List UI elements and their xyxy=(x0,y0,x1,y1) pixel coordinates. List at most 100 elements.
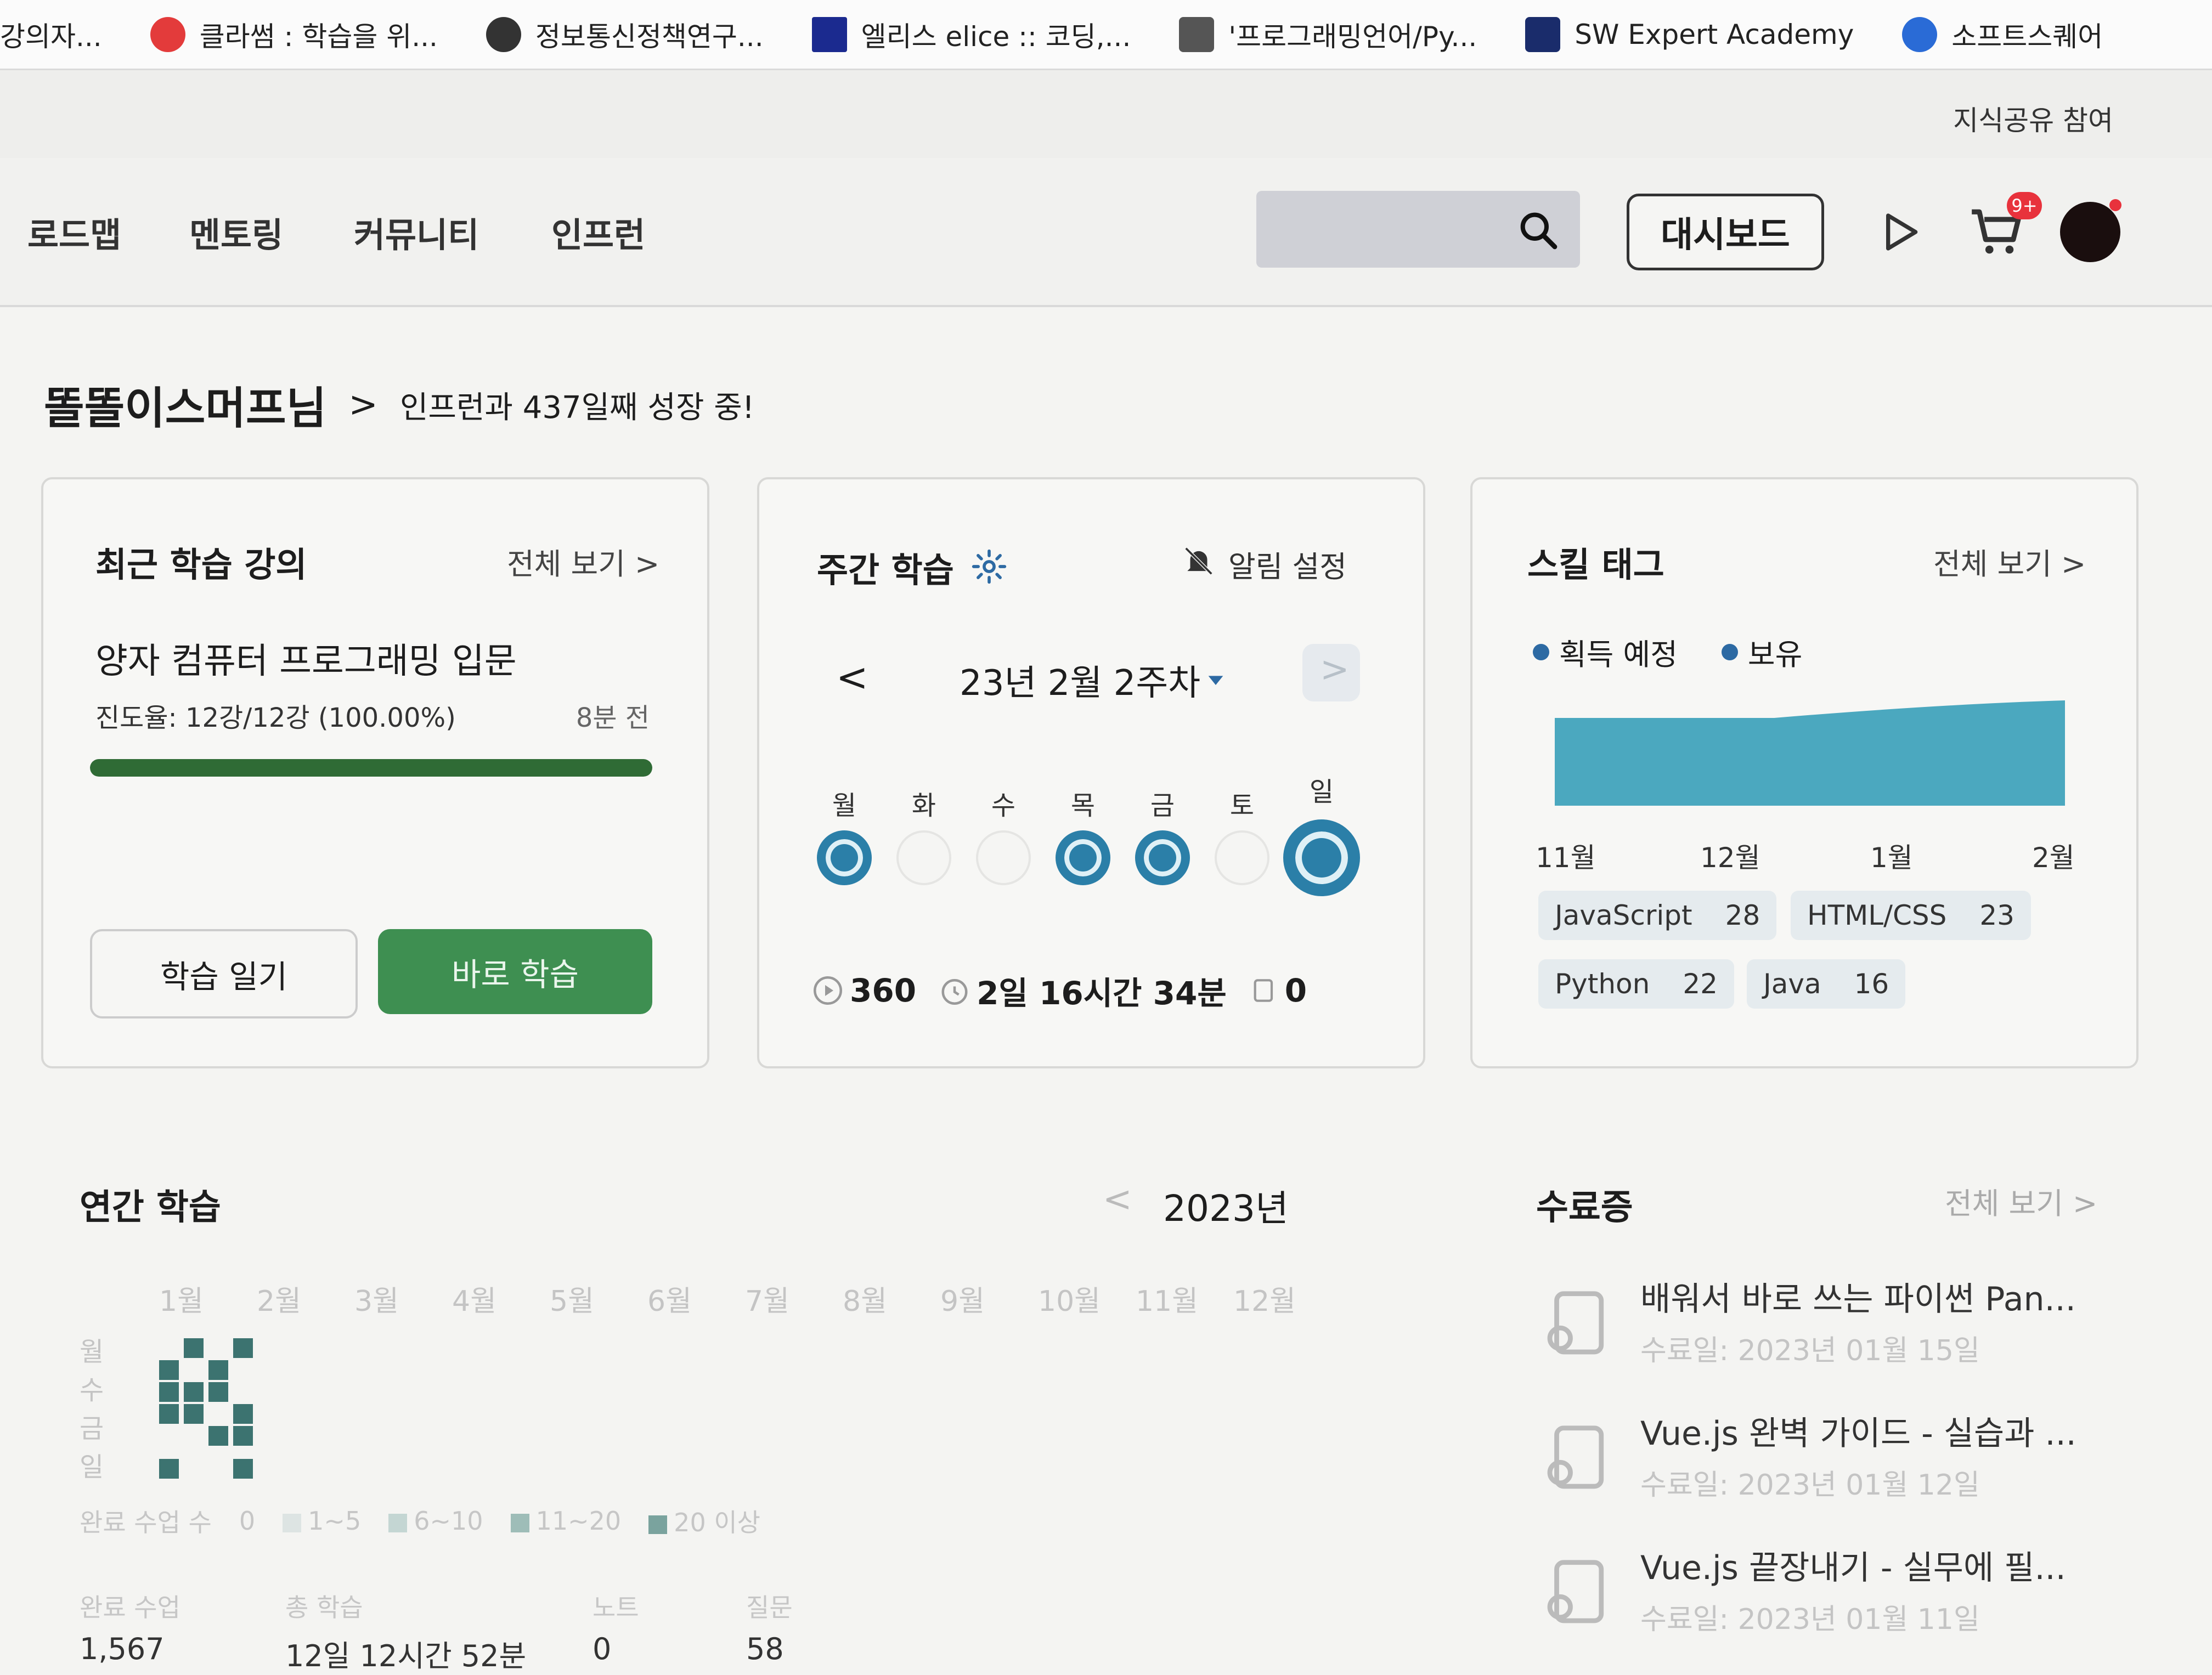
heatmap-cell xyxy=(208,1382,228,1402)
notes-label: 노트 xyxy=(592,1593,639,1622)
month-label: 3월 xyxy=(354,1285,399,1318)
play-icon[interactable] xyxy=(1879,210,1923,254)
month-label: 6월 xyxy=(647,1285,692,1318)
day-empty-indicator[interactable] xyxy=(1215,830,1269,885)
knowledge-share-link[interactable]: 지식공유 참여 xyxy=(1953,99,2113,138)
legend-dot xyxy=(1721,643,1738,660)
caret-down-icon[interactable] xyxy=(1205,669,1227,691)
year-prev-button[interactable]: < xyxy=(1103,1179,1132,1220)
nav-community[interactable]: 커뮤니티 xyxy=(354,207,479,257)
skill-area-chart xyxy=(1555,700,2065,806)
skill-tag[interactable]: Python 22 xyxy=(1538,959,1734,1009)
bookmark-item[interactable]: 클라썸 : 학습을 위... xyxy=(150,15,438,54)
note-count: 0 xyxy=(1284,972,1307,1009)
user-name[interactable]: 똘똘이스머프님 xyxy=(44,373,326,437)
gear-icon[interactable] xyxy=(970,548,1008,585)
heatmap-cell xyxy=(184,1338,204,1358)
day-complete-indicator[interactable] xyxy=(1056,830,1110,885)
streak-message: 인프런과 437일째 성장 중! xyxy=(399,389,755,426)
certificates-more-link[interactable]: 전체 보기 > xyxy=(1945,1179,2097,1223)
progress-text: 진도율: 12강/12강 (100.00%) xyxy=(95,703,456,733)
month-label: 12월 xyxy=(1233,1285,1296,1318)
heatmap-cell xyxy=(159,1382,179,1402)
cart-count-badge: 9+ xyxy=(2007,192,2042,219)
bookmark-item[interactable]: 엘리스 elice :: 코딩,... xyxy=(811,15,1131,54)
month-label: 1월 xyxy=(1870,842,1913,874)
course-name[interactable]: 양자 컴퓨터 프로그래밍 입문 xyxy=(95,633,517,683)
completed-lectures-value: 1,567 xyxy=(80,1632,165,1666)
notification-dot xyxy=(2109,199,2121,211)
day-complete-indicator[interactable] xyxy=(1135,830,1190,885)
nav-inflearn[interactable]: 인프런 xyxy=(551,207,645,257)
recent-course-title: 최근 학습 강의 xyxy=(95,545,307,585)
globe-icon xyxy=(486,16,521,52)
softsquare-icon xyxy=(1902,16,1938,52)
skill-tag[interactable]: Java 16 xyxy=(1747,959,1906,1009)
day-complete-indicator[interactable] xyxy=(1283,819,1360,896)
bookmark-item[interactable]: SW Expert Academy xyxy=(1525,16,1854,52)
heatmap-cell xyxy=(208,1426,228,1446)
bookmark-item[interactable]: 정보통신정책연구... xyxy=(486,15,764,54)
week-label[interactable]: 23년 2월 2주차 xyxy=(960,655,1200,705)
bookmark-item[interactable]: 소프트스퀘어 xyxy=(1902,15,2103,54)
nav-roadmap[interactable]: 로드맵 xyxy=(27,207,121,257)
legend-dot xyxy=(1533,643,1549,660)
bell-off-icon[interactable] xyxy=(1182,544,1216,578)
month-label: 8월 xyxy=(843,1285,887,1318)
legend-item: 1~5 xyxy=(283,1506,361,1536)
skill-tag[interactable]: HTML/CSS 23 xyxy=(1791,891,2031,940)
time-stat: 2일 16시간 34분 xyxy=(938,967,1227,1014)
month-label: 11월 xyxy=(1136,1285,1199,1318)
day-empty-indicator[interactable] xyxy=(976,830,1031,885)
day-complete-indicator[interactable] xyxy=(817,830,872,885)
questions-value: 58 xyxy=(746,1632,784,1666)
alarm-settings-link[interactable]: 알림 설정 xyxy=(1228,542,1347,586)
skill-title: 스킬 태그 xyxy=(1527,545,1664,585)
chevron-right-icon: > xyxy=(1320,649,1350,690)
weekly-title: 주간 학습 xyxy=(817,550,954,590)
legend-swatch xyxy=(283,1513,302,1532)
month-label: 11월 xyxy=(1536,842,1596,874)
bookmark-item[interactable]: 강의자... xyxy=(0,15,102,54)
skills-more-link[interactable]: 전체 보기 > xyxy=(1933,540,2086,583)
last-studied-time: 8분 전 xyxy=(575,703,650,733)
heatmap-legend: 완료 수업 수 0 1~5 6~10 11~20 20 이상 xyxy=(80,1503,760,1539)
day-empty-indicator[interactable] xyxy=(896,830,951,885)
week-next-button[interactable]: > xyxy=(1302,644,1360,701)
legend-item: 11~20 xyxy=(510,1506,621,1536)
bookmark-item[interactable]: '프로그래밍언어/Py... xyxy=(1179,15,1477,54)
recent-more-link[interactable]: 전체 보기 > xyxy=(507,540,659,583)
heatmap-cell xyxy=(184,1404,204,1424)
skill-tag[interactable]: JavaScript 28 xyxy=(1538,891,1777,940)
heatmap-cell xyxy=(208,1360,228,1380)
legend-swatch xyxy=(388,1513,408,1532)
week-prev-button[interactable]: < xyxy=(836,655,868,700)
nav-mentoring[interactable]: 멘토링 xyxy=(189,207,283,257)
play-circle-icon xyxy=(814,976,842,1005)
weekday-label: 월 xyxy=(80,1337,104,1367)
legend-item: 0 xyxy=(239,1506,256,1536)
note-icon xyxy=(1254,979,1273,1002)
weekday-label: 화 xyxy=(911,790,936,821)
study-log-button[interactable]: 학습 일기 xyxy=(90,929,358,1018)
progress-bar-fill xyxy=(90,759,652,777)
month-label: 2월 xyxy=(2032,842,2075,874)
start-study-button[interactable]: 바로 학습 xyxy=(378,929,652,1014)
dashboard-button[interactable]: 대시보드 xyxy=(1627,194,1824,270)
total-study-value: 12일 12시간 52분 xyxy=(285,1639,527,1673)
completed-lectures-label: 완료 수업 xyxy=(80,1593,180,1622)
yearly-title: 연간 학습 xyxy=(80,1187,221,1228)
avatar[interactable] xyxy=(2060,202,2120,262)
search-input[interactable] xyxy=(1256,191,1580,268)
weekday-label: 금 xyxy=(1150,790,1175,821)
chevron-right-icon[interactable]: > xyxy=(348,384,378,425)
weekday-label: 금 xyxy=(80,1413,104,1444)
notes-stat: 0 xyxy=(1249,972,1307,1009)
main-nav: 로드맵 멘토링 커뮤니티 인프런 대시보드 9+ xyxy=(0,158,2212,307)
month-label: 4월 xyxy=(452,1285,496,1318)
legend-swatch xyxy=(648,1515,668,1534)
search-icon[interactable] xyxy=(1516,208,1560,252)
certificate-icon xyxy=(1547,1560,1604,1623)
month-label: 1월 xyxy=(159,1285,204,1318)
certificates-title: 수료증 xyxy=(1536,1187,1633,1228)
